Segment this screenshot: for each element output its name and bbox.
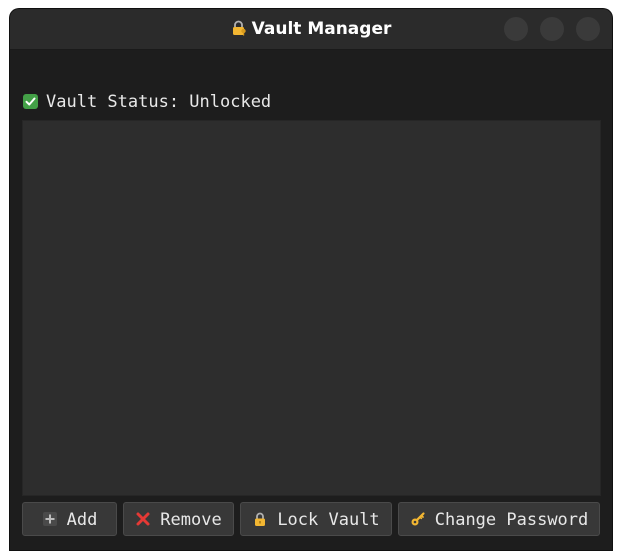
lock-vault-button-label: Lock Vault (277, 510, 380, 530)
close-button[interactable] (576, 17, 600, 41)
lock-icon (252, 505, 268, 526)
minimize-button[interactable] (504, 17, 528, 41)
add-button[interactable]: Add (22, 502, 117, 536)
vault-manager-window: Vault Manager Vault Status: Unlocked Add (10, 9, 612, 550)
cross-icon (135, 505, 151, 526)
vault-entries-list[interactable] (22, 120, 601, 496)
remove-button[interactable]: Remove (123, 502, 234, 536)
change-password-button[interactable]: Change Password (398, 502, 600, 536)
plus-icon (42, 505, 58, 526)
add-button-label: Add (66, 510, 98, 530)
window-title-text: Vault Manager (251, 19, 392, 39)
title-bar[interactable]: Vault Manager (10, 9, 612, 50)
check-icon (23, 94, 38, 109)
vault-status-text: Vault Status: Unlocked (46, 92, 272, 112)
maximize-button[interactable] (540, 17, 564, 41)
lock-with-key-icon (231, 11, 247, 36)
lock-vault-button[interactable]: Lock Vault (240, 502, 392, 536)
change-password-button-label: Change Password (434, 510, 589, 530)
key-icon (410, 505, 426, 526)
vault-status: Vault Status: Unlocked (23, 91, 271, 113)
remove-button-label: Remove (160, 510, 222, 530)
